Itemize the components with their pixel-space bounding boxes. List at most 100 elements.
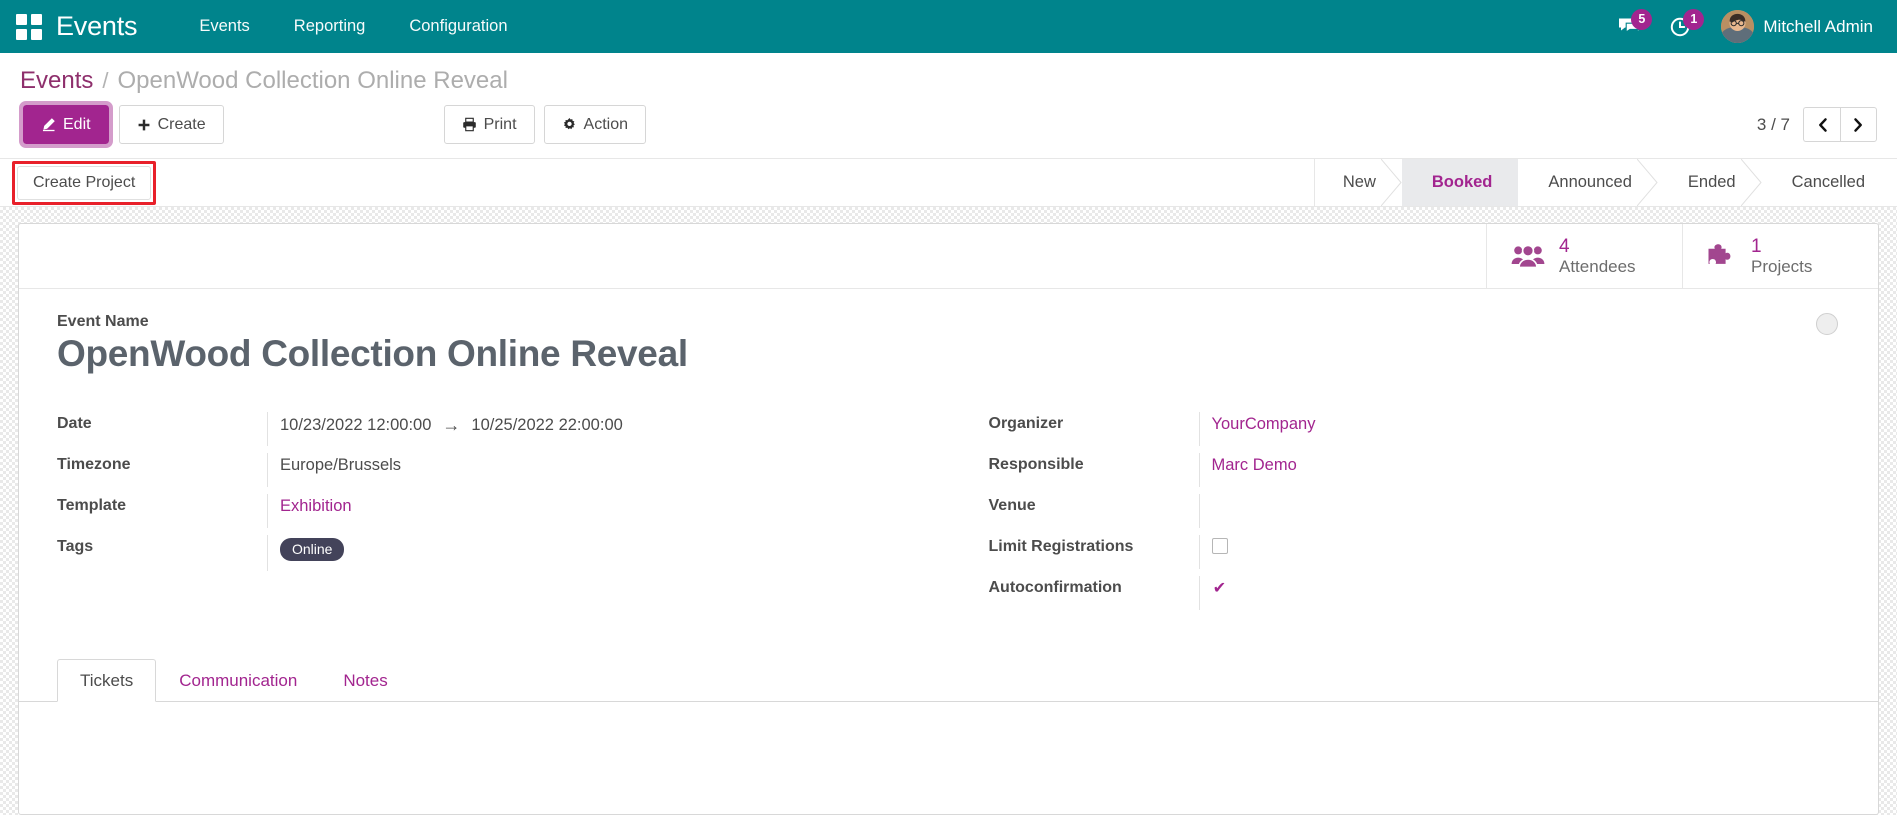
messages-menu[interactable]: 5	[1603, 8, 1655, 45]
stage-cancelled[interactable]: Cancelled	[1761, 159, 1897, 207]
record-pager: 3 / 7	[1756, 107, 1877, 143]
apps-grid-cell	[16, 13, 27, 25]
puzzle-piece-icon	[1708, 244, 1731, 265]
field-date-label: Date	[57, 414, 92, 432]
pager-next-button[interactable]	[1840, 107, 1877, 143]
action-button[interactable]: Action	[543, 105, 646, 145]
chevron-left-icon	[1818, 117, 1827, 132]
breadcrumb-root-events[interactable]: Events	[20, 67, 93, 95]
messages-badge: 5	[1631, 8, 1653, 30]
field-autoconfirmation-label: Autoconfirmation	[988, 578, 1122, 596]
field-date-value[interactable]: 10/23/2022 12:00:00 → 10/25/2022 22:00:0…	[267, 411, 949, 446]
date-start: 10/23/2022 12:00:00	[280, 415, 432, 434]
form-sheet: 4 Attendees 1 Projects Event Name OpenWo…	[18, 223, 1879, 816]
tab-tickets[interactable]: Tickets	[57, 658, 157, 702]
field-organizer-label: Organizer	[988, 414, 1064, 432]
form-column-right: Organizer YourCompany Responsible Marc D…	[949, 411, 1841, 617]
stage-label: Ended	[1687, 173, 1736, 192]
printer-icon	[462, 117, 476, 132]
avatar-image	[1721, 10, 1755, 43]
field-organizer-value[interactable]: YourCompany	[1198, 411, 1841, 446]
stage-label: Announced	[1548, 173, 1632, 192]
event-name-value[interactable]: OpenWood Collection Online Reveal	[57, 333, 1840, 376]
field-responsible-value[interactable]: Marc Demo	[1198, 452, 1841, 487]
edit-button-label: Edit	[63, 116, 91, 133]
users-group-icon	[1511, 244, 1545, 269]
apps-grid-cell	[16, 28, 27, 40]
arrow-right-icon: →	[442, 414, 461, 435]
stage-label: Booked	[1431, 173, 1493, 192]
limit-registrations-checkbox[interactable]	[1211, 537, 1228, 554]
field-venue-value[interactable]	[1198, 493, 1841, 528]
print-button[interactable]: Print	[443, 105, 535, 145]
autoconfirmation-checkbox[interactable]: ✔	[1212, 580, 1228, 597]
attendees-label: Attendees	[1559, 257, 1636, 277]
activities-badge: 1	[1683, 8, 1705, 30]
smart-button-text: 4 Attendees	[1559, 236, 1636, 276]
projects-count: 1	[1751, 236, 1762, 258]
form-sheet-background: 4 Attendees 1 Projects Event Name OpenWo…	[0, 207, 1897, 816]
stage-label: New	[1342, 173, 1376, 192]
control-panel-toolbar: Edit Create Print Action 3 / 7	[0, 100, 1897, 159]
apps-grid-icon[interactable]	[16, 13, 42, 40]
top-navbar: Events Events Reporting Configuration 5 …	[0, 0, 1897, 53]
user-menu[interactable]: Mitchell Admin	[1707, 6, 1879, 47]
attendees-count: 4	[1559, 236, 1570, 258]
breadcrumb: Events / OpenWood Collection Online Reve…	[0, 53, 1897, 101]
field-limit-registrations-label: Limit Registrations	[988, 537, 1134, 555]
field-template-value[interactable]: Exhibition	[267, 493, 949, 528]
tab-communication[interactable]: Communication	[156, 659, 320, 702]
smart-button-attendees[interactable]: 4 Attendees	[1486, 224, 1682, 289]
field-organizer: Organizer YourCompany	[988, 411, 1841, 453]
stage-arrow-icon	[1636, 159, 1659, 207]
field-autoconfirmation-value: ✔	[1198, 575, 1841, 610]
form-column-left: Date 10/23/2022 12:00:00 → 10/25/2022 22…	[57, 411, 949, 617]
smart-button-text: 1 Projects	[1751, 236, 1812, 276]
field-tags-value[interactable]: Online	[267, 534, 949, 571]
activities-menu[interactable]: 1	[1655, 8, 1707, 45]
create-button[interactable]: Create	[118, 105, 224, 145]
pager-counter: 3 / 7	[1756, 114, 1790, 134]
star-circle-icon[interactable]	[1816, 313, 1838, 336]
field-template-label: Template	[57, 496, 127, 514]
apps-grid-cell	[31, 28, 42, 40]
breadcrumb-current-record: OpenWood Collection Online Reveal	[117, 67, 508, 94]
tag-pill-online[interactable]: Online	[280, 537, 345, 561]
stage-arrow-icon	[1497, 159, 1519, 207]
app-brand-title[interactable]: Events	[56, 11, 138, 42]
date-end: 10/25/2022 22:00:00	[471, 415, 623, 434]
field-limit-registrations-value	[1198, 534, 1841, 569]
stage-statusbar: New Booked Announced Ended Cancelled	[1313, 159, 1897, 207]
avatar	[1721, 10, 1755, 43]
menu-item-configuration[interactable]: Configuration	[387, 9, 529, 44]
event-name-label: Event Name	[57, 313, 149, 331]
menu-item-reporting[interactable]: Reporting	[272, 9, 388, 44]
create-button-label: Create	[157, 116, 206, 133]
stage-ended[interactable]: Ended	[1657, 159, 1762, 207]
create-project-highlight: Create Project	[12, 160, 157, 205]
smart-button-projects[interactable]: 1 Projects	[1682, 224, 1878, 289]
stage-new[interactable]: New	[1314, 159, 1402, 207]
field-timezone: Timezone Europe/Brussels	[57, 452, 949, 494]
field-timezone-value[interactable]: Europe/Brussels	[267, 452, 949, 487]
apps-grid-cell	[31, 13, 42, 25]
field-venue: Venue	[989, 493, 1841, 535]
gear-icon	[563, 118, 575, 130]
pager-buttons	[1803, 107, 1877, 143]
field-autoconfirmation: Autoconfirmation ✔	[988, 575, 1841, 617]
stage-announced[interactable]: Announced	[1518, 159, 1659, 207]
field-template: Template Exhibition	[57, 493, 949, 535]
create-project-button[interactable]: Create Project	[17, 165, 152, 200]
action-button-label: Action	[583, 116, 628, 133]
tab-notes[interactable]: Notes	[320, 659, 410, 702]
smart-button-box: 4 Attendees 1 Projects	[19, 224, 1878, 290]
edit-button[interactable]: Edit	[19, 100, 113, 149]
pager-previous-button[interactable]	[1803, 107, 1840, 143]
notebook-tabs: Tickets Communication Notes	[19, 658, 1878, 702]
menu-item-events[interactable]: Events	[177, 9, 271, 44]
stage-booked[interactable]: Booked	[1401, 159, 1519, 207]
print-button-label: Print	[483, 116, 517, 133]
projects-label: Projects	[1751, 257, 1813, 277]
statusbar-row: Create Project New Booked Announced Ende…	[0, 158, 1897, 208]
plus-icon	[138, 119, 150, 131]
